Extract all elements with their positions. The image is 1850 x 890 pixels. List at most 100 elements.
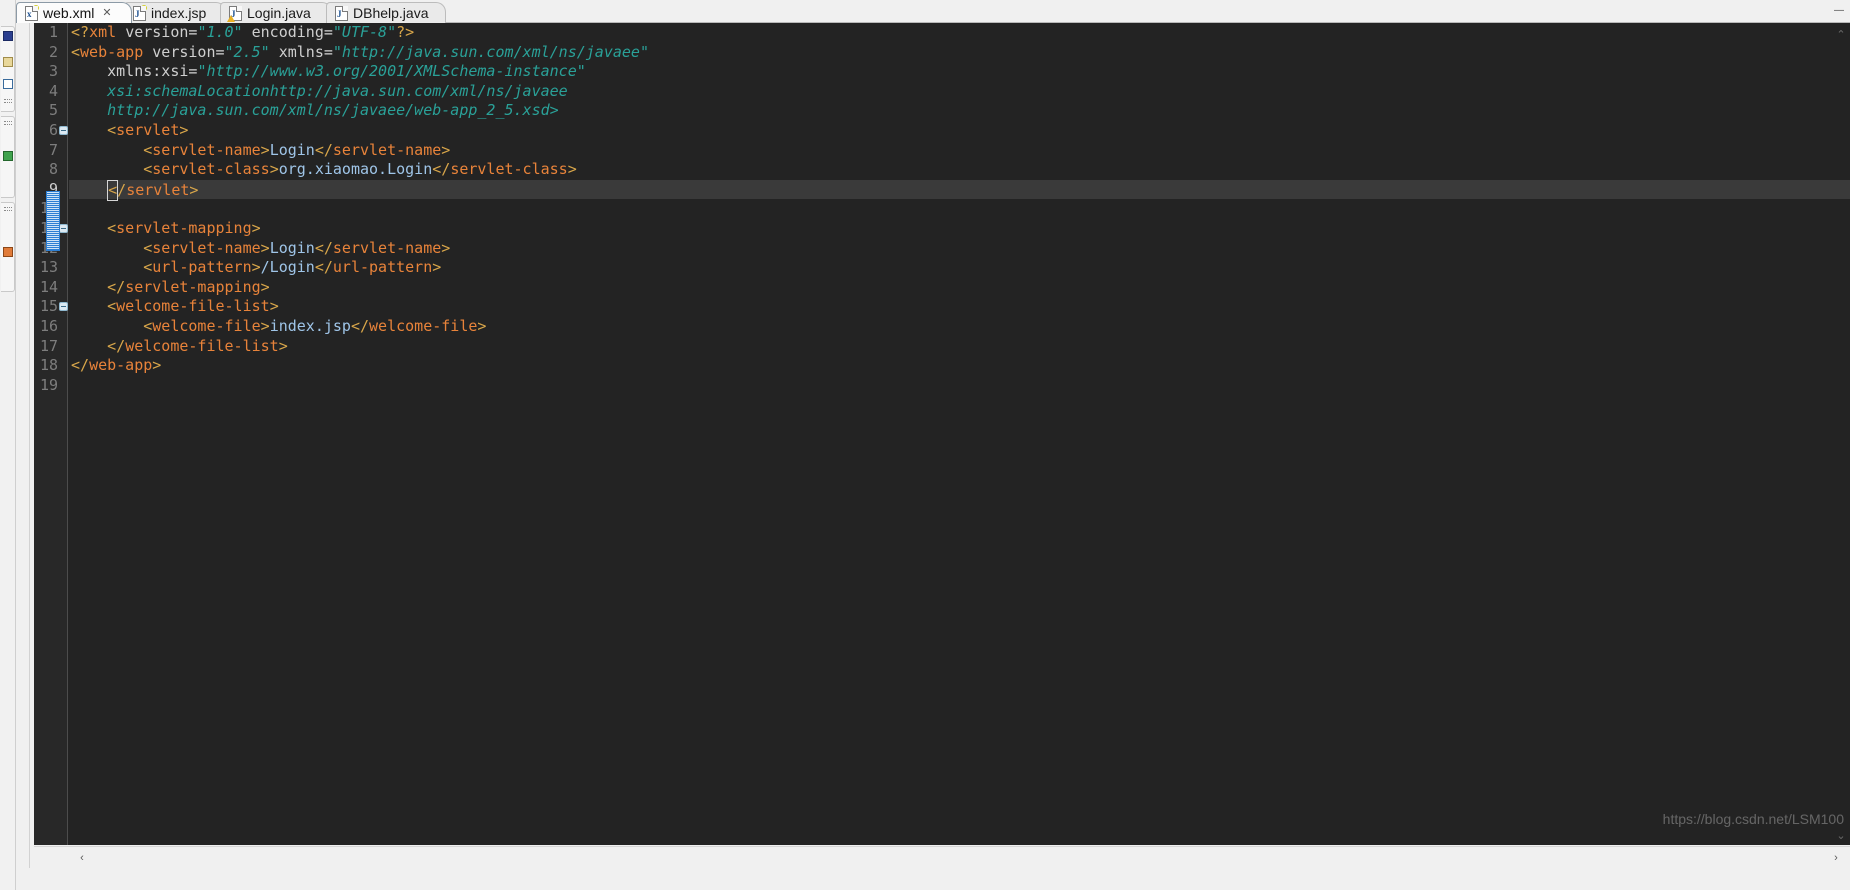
code-text: <servlet> [69,121,188,139]
minimize-button[interactable]: — [1832,4,1846,18]
code-line[interactable]: 6 <servlet> [69,121,1850,141]
code-text: </servlet> [69,181,198,199]
horizontal-scrollbar[interactable]: ‹ › [34,846,1850,868]
close-icon[interactable]: ✕ [102,8,111,19]
code-text [69,199,71,217]
line-number: 7 [34,141,58,161]
code-text: <servlet-mapping> [69,219,261,237]
line-number: 16 [34,317,58,337]
code-line[interactable]: 7 <servlet-name>Login</servlet-name> [69,141,1850,161]
code-line[interactable]: 15 <welcome-file-list> [69,297,1850,317]
code-text: <servlet-name>Login</servlet-name> [69,141,450,159]
tab-dbhelp-java-label: DBhelp.java [353,6,429,21]
problems-view-icon[interactable] [3,247,13,257]
code-text: <welcome-file-list> [69,297,279,315]
window-controls: — [1832,4,1846,18]
code-line[interactable]: 16 <welcome-file>index.jsp</welcome-file… [69,317,1850,337]
jsp-file-decorator-icon [141,5,147,11]
code-text: </servlet-mapping> [69,278,270,296]
tab-web-xml[interactable]: x web.xml ✕ [16,2,132,23]
fast-view-group-1[interactable] [1,26,15,112]
code-text [69,376,71,394]
fast-view-handle-1[interactable] [4,99,12,103]
tab-login-java-label: Login.java [247,6,311,21]
scroll-left-arrow[interactable]: ‹ [74,850,90,866]
fast-view-handle-3[interactable] [4,207,12,211]
code-text: <welcome-file>index.jsp</welcome-file> [69,317,486,335]
code-line[interactable]: 9 </servlet> [69,180,1850,200]
annotation-ruler[interactable] [16,23,30,868]
tab-index-jsp[interactable]: J index.jsp [124,2,226,23]
line-number: 2 [34,43,58,63]
code-line[interactable]: 18</web-app> [69,356,1850,376]
fold-collapse-icon[interactable] [59,126,68,135]
line-number: 13 [34,258,58,278]
code-line[interactable]: 11 <servlet-mapping> [69,219,1850,239]
java-file-icon-glyph-2: J [337,9,342,19]
code-line[interactable]: 8 <servlet-class>org.xiaomao.Login</serv… [69,160,1850,180]
fast-view-group-2[interactable] [1,116,15,198]
java-file-icon: J [229,6,242,21]
code-text: <servlet-class>org.xiaomao.Login</servle… [69,160,577,178]
line-number: 18 [34,356,58,376]
line-number: 3 [34,62,58,82]
xml-file-icon-glyph: x [27,9,32,19]
eclipse-editor-window: x web.xml ✕ J index.jsp J Login.java J [0,0,1850,890]
java-file-icon: J [335,6,348,21]
xml-file-icon: x [25,6,38,21]
tab-dbhelp-java[interactable]: J DBhelp.java [326,2,446,23]
fast-view-bar[interactable] [0,0,16,890]
watermark-text: https://blog.csdn.net/LSM100 [1663,811,1844,827]
code-line[interactable]: 13 <url-pattern>/Login</url-pattern> [69,258,1850,278]
tab-web-xml-label: web.xml [43,6,94,21]
editor-tab-bar: x web.xml ✕ J index.jsp J Login.java J [16,0,1850,23]
fast-view-group-3[interactable] [1,202,15,292]
code-line[interactable]: 1<?xml version="1.0" encoding="UTF-8"?> [69,23,1850,43]
code-text: xsi:schemaLocationhttp://java.sun.com/xm… [69,82,568,100]
code-lines-container[interactable]: 1<?xml version="1.0" encoding="UTF-8"?>2… [69,23,1850,845]
line-number: 8 [34,160,58,180]
code-line[interactable]: 4 xsi:schemaLocationhttp://java.sun.com/… [69,82,1850,102]
code-text: <?xml version="1.0" encoding="UTF-8"?> [69,23,414,41]
servers-view-icon[interactable] [3,79,13,89]
code-canvas[interactable]: 1<?xml version="1.0" encoding="UTF-8"?>2… [34,23,1850,845]
selection-range-marker [46,191,60,251]
outline-view-icon[interactable] [3,57,13,67]
code-line[interactable]: 2<web-app version="2.5" xmlns="http://ja… [69,43,1850,63]
code-line[interactable]: 12 <servlet-name>Login</servlet-name> [69,239,1850,259]
code-text: <url-pattern>/Login</url-pattern> [69,258,441,276]
line-number: 6 [34,121,58,141]
code-text: <web-app version="2.5" xmlns="http://jav… [69,43,649,61]
code-text: </web-app> [69,356,161,374]
jsp-file-icon-glyph: J [135,9,140,19]
code-text: http://java.sun.com/xml/ns/javaee/web-ap… [69,101,559,119]
scroll-up-arrow[interactable]: ⌃ [1834,27,1848,43]
line-number: 19 [34,376,58,396]
line-number: 4 [34,82,58,102]
code-line[interactable]: 5 http://java.sun.com/xml/ns/javaee/web-… [69,101,1850,121]
code-line[interactable]: 10 [69,199,1850,219]
warning-decorator-icon [227,15,235,22]
jsp-file-icon: J [133,6,146,21]
code-text: </welcome-file-list> [69,337,288,355]
line-number: 15 [34,297,58,317]
code-line[interactable]: 17 </welcome-file-list> [69,337,1850,357]
line-number: 14 [34,278,58,298]
code-text: xmlns:xsi="http://www.w3.org/2001/XMLSch… [69,62,586,80]
package-explorer-icon[interactable] [3,31,13,41]
editor-area: 1<?xml version="1.0" encoding="UTF-8"?>2… [16,23,1850,868]
fold-collapse-icon[interactable] [59,302,68,311]
xml-file-decorator-icon [33,5,39,11]
fold-collapse-icon[interactable] [59,224,68,233]
scroll-right-arrow[interactable]: › [1828,850,1844,866]
line-number: 5 [34,101,58,121]
console-view-icon[interactable] [3,151,13,161]
code-line[interactable]: 19 [69,376,1850,396]
code-text: <servlet-name>Login</servlet-name> [69,239,450,257]
tab-login-java[interactable]: J Login.java [220,2,332,23]
line-number: 17 [34,337,58,357]
code-line[interactable]: 14 </servlet-mapping> [69,278,1850,298]
code-line[interactable]: 3 xmlns:xsi="http://www.w3.org/2001/XMLS… [69,62,1850,82]
fast-view-handle-2[interactable] [4,121,12,125]
scroll-down-arrow[interactable]: ⌄ [1834,828,1848,844]
